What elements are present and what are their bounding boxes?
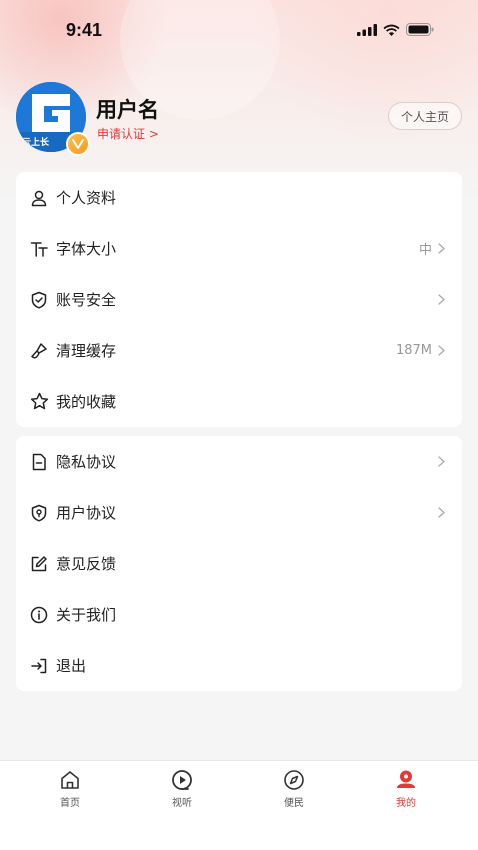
tab-label: 首页 (60, 798, 80, 809)
chevron-right-icon (438, 294, 446, 306)
chevron-right-icon (438, 243, 446, 255)
status-bar: 9:41 (0, 0, 478, 60)
verified-badge-icon (66, 132, 90, 156)
home-icon (61, 771, 79, 789)
brush-icon (29, 341, 49, 361)
menu-value: 187M (395, 343, 432, 358)
menu-label: 隐私协议 (56, 453, 117, 471)
info-icon (29, 605, 49, 625)
shield-location-icon (29, 503, 49, 523)
user-icon (29, 188, 49, 208)
menu-item-user-agreement[interactable]: 用户协议 (16, 487, 462, 538)
signal-icon (357, 23, 377, 36)
menu-label: 意见反馈 (56, 555, 117, 573)
status-icons (357, 23, 434, 36)
font-size-icon (29, 239, 49, 259)
bottom-tab-bar: 首页 视听 便民 我的 (0, 760, 478, 850)
tab-label: 我的 (396, 798, 416, 809)
tab-label: 便民 (284, 798, 304, 809)
shield-check-icon (29, 290, 49, 310)
menu-label: 我的收藏 (56, 393, 117, 411)
menu-item-about-us[interactable]: 关于我们 (16, 589, 462, 640)
chevron-right-icon (438, 507, 446, 519)
avatar-logo-text: 云上长 (22, 137, 50, 147)
chevron-right-icon (438, 345, 446, 357)
menu-value: 中 (418, 243, 432, 258)
settings-card-2: 隐私协议 用户协议 意见反馈 关于我们 退出 (16, 436, 462, 691)
tab-services[interactable]: 便民 (254, 769, 334, 809)
person-icon (397, 770, 415, 788)
menu-item-clear-cache[interactable]: 清理缓存 187M (16, 325, 462, 376)
chevron-right-icon (438, 456, 446, 468)
tab-label: 视听 (172, 798, 192, 809)
menu-label: 用户协议 (56, 504, 117, 522)
menu-item-font-size[interactable]: 字体大小 中 (16, 223, 462, 274)
menu-label: 清理缓存 (56, 342, 117, 360)
menu-item-favorites[interactable]: 我的收藏 (16, 376, 462, 427)
menu-label: 退出 (56, 657, 87, 675)
apply-verify-link[interactable]: 申请认证 > (97, 125, 159, 142)
edit-icon (29, 554, 49, 574)
settings-card-1: 个人资料 字体大小 中 账号安全 清理缓存 187M 我的收藏 (16, 172, 462, 427)
username: 用户名 (96, 98, 159, 122)
document-icon (29, 452, 49, 472)
status-time: 9:41 (66, 20, 103, 40)
menu-label: 字体大小 (56, 240, 117, 258)
star-icon (29, 392, 49, 412)
play-icon (172, 770, 192, 790)
menu-label: 关于我们 (56, 606, 117, 624)
personal-homepage-button[interactable]: 个人主页 (387, 102, 462, 130)
menu-item-logout[interactable]: 退出 (16, 640, 462, 691)
menu-item-feedback[interactable]: 意见反馈 (16, 538, 462, 589)
wifi-icon (383, 24, 400, 36)
tab-home[interactable]: 首页 (30, 769, 110, 809)
menu-item-account-security[interactable]: 账号安全 (16, 274, 462, 325)
battery-icon (406, 23, 434, 36)
profile-header: 云上长 用户名 申请认证 > 个人主页 (16, 82, 462, 156)
compass-icon (284, 770, 304, 790)
logout-icon (29, 656, 49, 676)
menu-item-profile[interactable]: 个人资料 (16, 172, 462, 223)
tab-audio-video[interactable]: 视听 (142, 769, 222, 809)
menu-label: 账号安全 (56, 291, 117, 309)
menu-label: 个人资料 (56, 189, 117, 207)
menu-item-privacy-policy[interactable]: 隐私协议 (16, 436, 462, 487)
tab-mine[interactable]: 我的 (366, 769, 446, 809)
